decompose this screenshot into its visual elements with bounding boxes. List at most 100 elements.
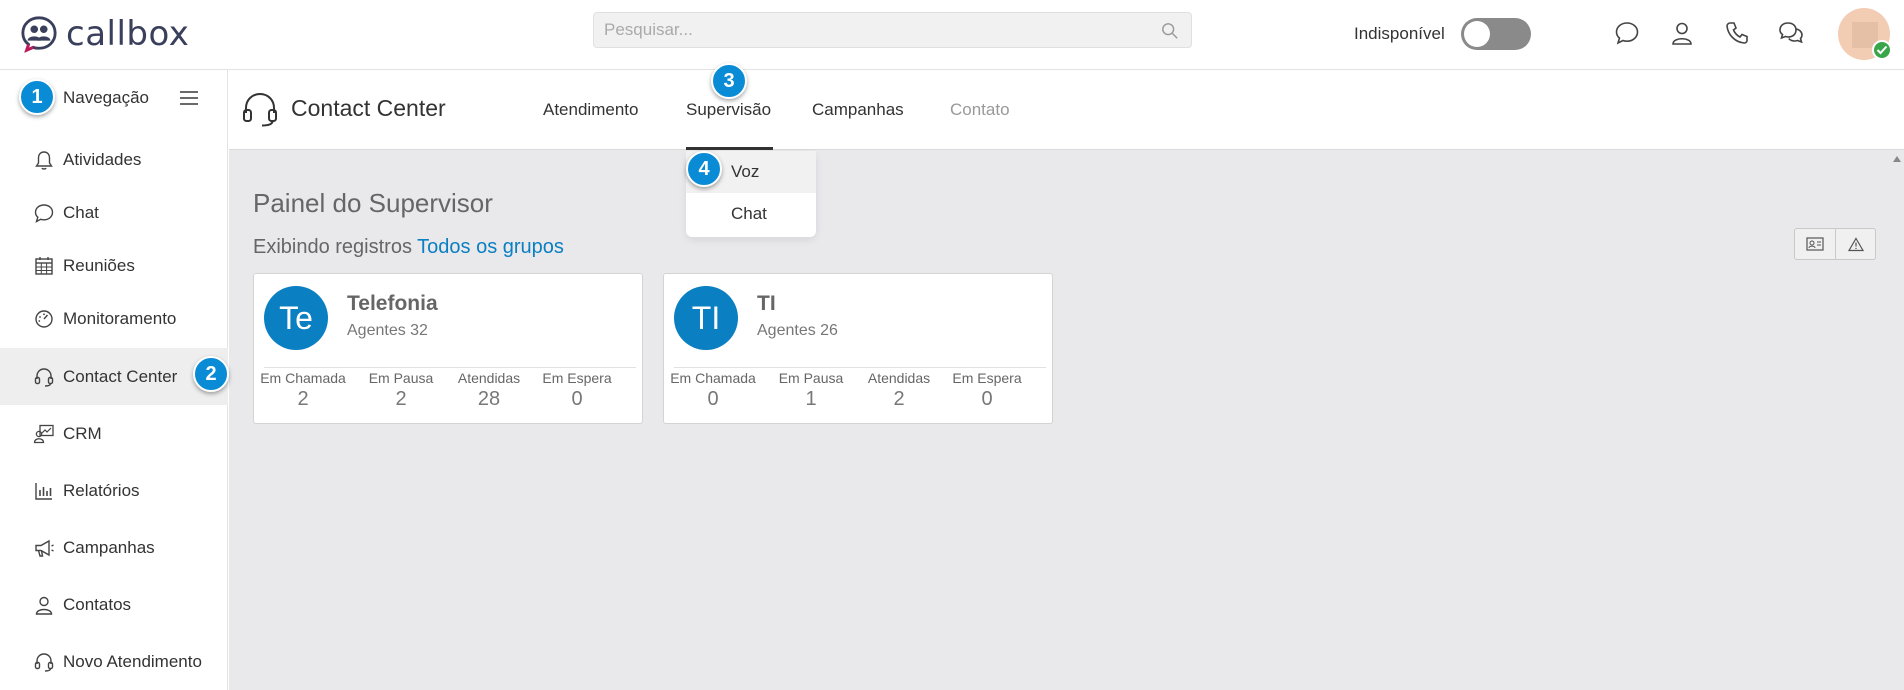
group-card-ti[interactable]: TI TI Agentes 26 Em Chamada 0 Em Pausa 1… <box>663 273 1053 424</box>
stat-label: Em Chamada <box>670 370 756 386</box>
crm-icon <box>33 423 55 445</box>
conversations-icon[interactable] <box>1778 20 1804 46</box>
callbox-logo-icon <box>21 16 57 53</box>
search-input[interactable] <box>594 13 1191 47</box>
stat-label: Em Chamada <box>260 370 346 386</box>
group-agents-count: Agentes 32 <box>347 322 428 339</box>
step-badge-3: 3 <box>711 63 747 99</box>
dropdown-item-label: Voz <box>731 162 760 181</box>
stat-em-chamada: Em Chamada 2 <box>254 367 352 411</box>
stat-value: 1 <box>805 388 817 410</box>
records-filter-line: Exibindo registros Todos os grupos <box>253 236 564 259</box>
stat-atendidas: Atendidas 2 <box>850 367 948 411</box>
group-avatar: TI <box>674 286 738 350</box>
sidebar-item-label: Reuniões <box>63 255 135 275</box>
availability-label: Indisponível <box>1354 24 1445 43</box>
sidebar-item-novo-atendimento[interactable]: Novo Atendimento <box>0 633 228 690</box>
chat-bubble-icon <box>33 202 55 224</box>
stat-label: Em Pausa <box>368 370 434 386</box>
megaphone-icon <box>33 537 55 559</box>
tab-contato[interactable]: Contato <box>950 100 1010 120</box>
sidebar-item-label: Contatos <box>63 594 132 614</box>
sidebar-item-chat[interactable]: Chat <box>0 184 228 241</box>
sidebar-item-relatorios[interactable]: Relatórios <box>0 462 228 519</box>
agent-card-view-button[interactable] <box>1795 229 1835 259</box>
stat-atendidas: Atendidas 28 <box>440 367 538 411</box>
logo-text: callbox <box>66 14 190 54</box>
navigation-title: Navegação <box>63 88 150 107</box>
online-status-icon <box>1872 40 1892 60</box>
stat-value: 0 <box>571 388 583 410</box>
panel-toolbar <box>1794 228 1876 260</box>
group-avatar: Te <box>264 286 328 350</box>
section-header: Contact Center Atendimento Supervisão Ca… <box>229 70 1904 150</box>
sidebar-item-label: Novo Atendimento <box>63 651 202 671</box>
stat-label: Atendidas <box>457 370 521 386</box>
sidebar-item-label: Relatórios <box>63 480 140 500</box>
tab-campanhas[interactable]: Campanhas <box>812 100 904 120</box>
user-icon <box>33 594 55 616</box>
id-card-icon <box>1806 237 1824 251</box>
phone-icon[interactable] <box>1724 20 1750 46</box>
bar-chart-icon <box>33 480 55 502</box>
stat-label: Em Espera <box>952 370 1022 386</box>
search-icon[interactable] <box>1161 22 1179 40</box>
warning-icon <box>1847 236 1864 251</box>
top-bar: callbox Indisponível <box>0 0 1904 70</box>
stat-value: 2 <box>297 388 309 410</box>
headset-icon <box>33 651 55 673</box>
stat-label: Em Pausa <box>778 370 844 386</box>
callbox-logo[interactable]: callbox <box>20 14 189 54</box>
dropdown-item-label: Chat <box>731 204 767 223</box>
sidebar-item-label: Chat <box>63 202 99 222</box>
page-title: Painel do Supervisor <box>253 188 493 218</box>
stat-value: 0 <box>981 388 993 410</box>
active-tab-indicator <box>686 147 773 150</box>
stat-value: 2 <box>395 388 407 410</box>
stat-value: 28 <box>477 388 501 410</box>
stat-em-espera: Em Espera 0 <box>938 367 1036 411</box>
sidebar-item-monitoramento[interactable]: Monitoramento <box>0 290 228 347</box>
alerts-button[interactable] <box>1835 229 1875 259</box>
group-name: TI <box>757 292 776 315</box>
menu-toggle-icon[interactable] <box>178 88 200 108</box>
group-filter-link[interactable]: Todos os grupos <box>417 236 564 258</box>
main-content: Contact Center Atendimento Supervisão Ca… <box>229 70 1904 690</box>
search-bar <box>593 12 1192 48</box>
scroll-up-icon[interactable] <box>1892 154 1902 164</box>
user-icon[interactable] <box>1669 20 1695 46</box>
stat-em-pausa: Em Pausa 2 <box>352 367 450 411</box>
sidebar-item-contatos[interactable]: Contatos <box>0 576 228 633</box>
tab-atendimento[interactable]: Atendimento <box>543 100 638 120</box>
dashboard-icon <box>33 308 55 330</box>
sidebar-item-campanhas[interactable]: Campanhas <box>0 519 228 576</box>
step-badge-4: 4 <box>686 151 722 187</box>
stat-label: Em Espera <box>542 370 612 386</box>
stat-em-chamada: Em Chamada 0 <box>664 367 762 411</box>
stat-value: 2 <box>893 388 905 410</box>
records-label: Exibindo registros <box>253 236 412 258</box>
bell-icon <box>33 149 55 171</box>
step-badge-2: 2 <box>193 356 229 392</box>
dropdown-item-chat[interactable]: Chat <box>686 193 816 235</box>
user-avatar[interactable] <box>1838 8 1892 60</box>
step-badge-1: 1 <box>19 79 55 115</box>
section-title: Contact Center <box>291 95 446 121</box>
sidebar-item-label: Atividades <box>63 149 142 169</box>
toggle-knob <box>1464 21 1490 47</box>
sidebar-item-reunioes[interactable]: Reuniões <box>0 237 228 294</box>
chat-bubble-icon[interactable] <box>1614 20 1640 46</box>
sidebar-item-label: Campanhas <box>63 537 155 557</box>
stat-value: 0 <box>707 388 719 410</box>
group-agents-count: Agentes 26 <box>757 322 838 339</box>
availability-toggle[interactable] <box>1461 18 1531 50</box>
stat-label: Atendidas <box>867 370 931 386</box>
tab-supervisao[interactable]: Supervisão <box>686 100 771 120</box>
sidebar-item-atividades[interactable]: Atividades <box>0 131 228 188</box>
stat-em-espera: Em Espera 0 <box>528 367 626 411</box>
group-name: Telefonia <box>347 292 438 315</box>
sidebar-item-crm[interactable]: CRM <box>0 405 228 462</box>
group-card-telefonia[interactable]: Te Telefonia Agentes 32 Em Chamada 2 Em … <box>253 273 643 424</box>
sidebar-item-label: Contact Center <box>63 366 178 386</box>
calendar-icon <box>33 255 55 277</box>
